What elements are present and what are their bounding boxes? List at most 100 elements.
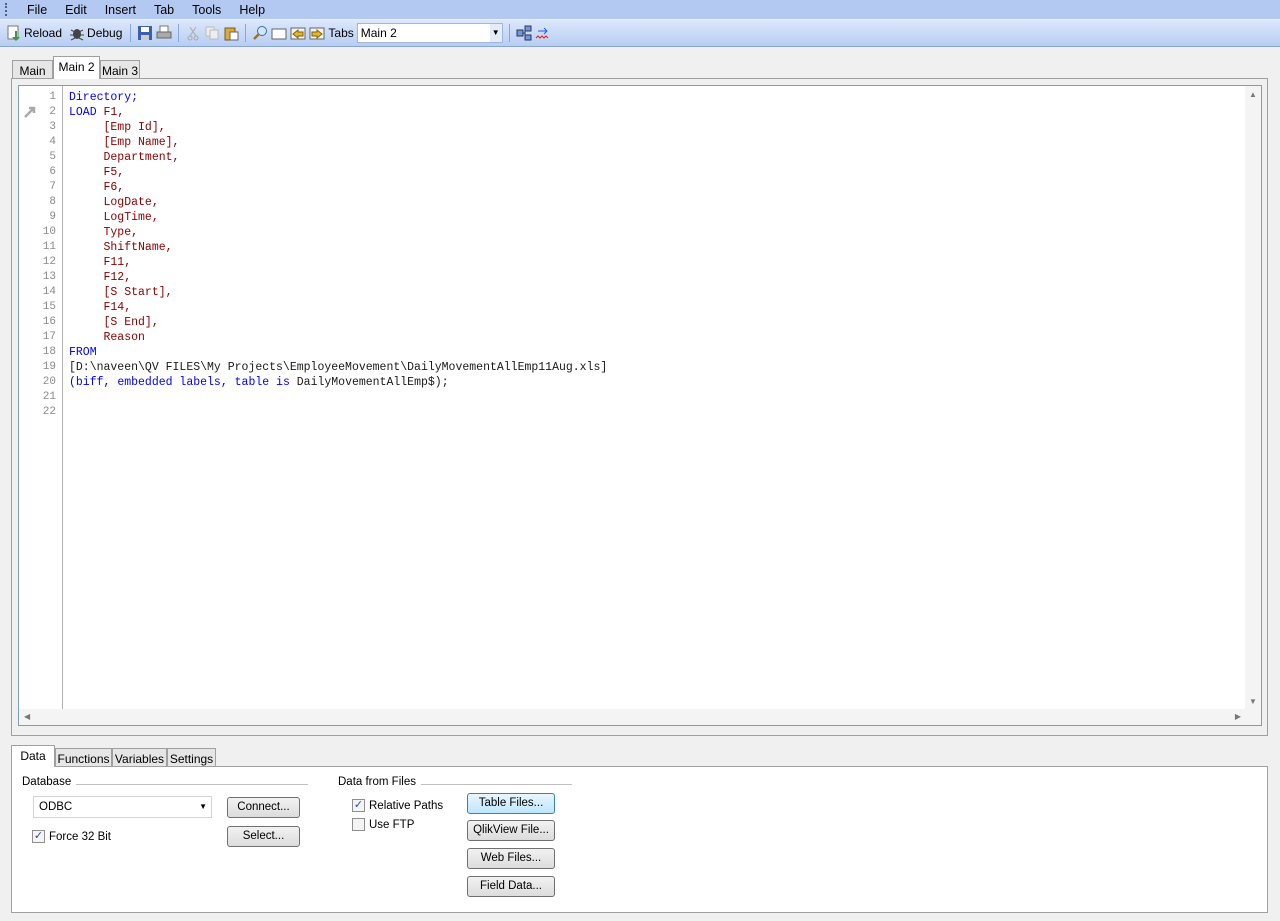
code-line: F14, (69, 300, 607, 315)
reload-button[interactable]: Reload (4, 23, 64, 43)
scroll-down-icon[interactable]: ▼ (1249, 697, 1257, 706)
code-line: Reason (69, 330, 607, 345)
tabs-dropdown[interactable]: Main 2 ▼ (356, 23, 503, 43)
separator (178, 24, 180, 42)
find-icon[interactable] (252, 25, 268, 41)
web-files-button[interactable]: Web Files... (467, 848, 555, 869)
debug-button[interactable]: Debug (67, 23, 124, 43)
scroll-right-icon[interactable]: ▶ (1235, 712, 1241, 721)
tab-main-2[interactable]: Main 2 (53, 56, 100, 79)
line-number: 11 (42, 241, 56, 253)
code-token: [S Start], (69, 286, 173, 299)
qlikview-file-button[interactable]: QlikView File... (467, 820, 555, 841)
code-token: DailyMovementAllEmp$); (296, 376, 449, 389)
code-line: LOAD F1, (69, 105, 607, 120)
tab-right-icon[interactable] (309, 25, 325, 41)
code-line: [S Start], (69, 285, 607, 300)
force-32-bit-checkbox[interactable]: ✓ Force 32 Bit (32, 830, 111, 843)
code-token: LogTime, (69, 211, 159, 224)
code-line: Type, (69, 225, 607, 240)
debug-label: Debug (87, 26, 123, 40)
code-line: Directory; (69, 90, 607, 105)
database-dropdown[interactable]: ODBC ▼ (33, 796, 212, 818)
relative-paths-checkbox[interactable]: ✓ Relative Paths (352, 799, 443, 812)
cut-icon[interactable] (185, 25, 201, 41)
tab-data[interactable]: Data (11, 745, 55, 767)
code-token: Department, (69, 151, 180, 164)
checkbox-checked-icon: ✓ (32, 830, 45, 843)
code-token: F1, (103, 106, 125, 119)
tab-label: Main (19, 64, 46, 78)
tab-main[interactable]: Main (12, 60, 53, 79)
relative-paths-label: Relative Paths (369, 799, 444, 812)
paste-icon[interactable] (223, 25, 239, 41)
tab-functions[interactable]: Functions (55, 748, 112, 766)
code-token: [D:\naveen\QV FILES\My Projects\Employee… (69, 361, 608, 374)
code-token: LogDate, (69, 196, 159, 209)
toolbar: Reload Debug Tabs Main 2 ▼ (0, 20, 1280, 47)
menu-help[interactable]: Help (230, 3, 274, 17)
tab-main-3[interactable]: Main 3 (100, 60, 140, 79)
code-token: Reason (69, 331, 145, 344)
bug-icon (69, 25, 85, 41)
tabs-dropdown-value: Main 2 (360, 26, 397, 40)
menu-edit[interactable]: Edit (56, 3, 96, 17)
menu-insert[interactable]: Insert (96, 3, 145, 17)
horizontal-scrollbar[interactable]: ◀ ▶ (19, 709, 1261, 725)
line-number: 4 (49, 136, 56, 148)
tab-label: Settings (169, 752, 214, 766)
code-token: Directory; (69, 91, 139, 104)
vertical-scrollbar[interactable]: ▲ ▼ (1245, 86, 1261, 710)
code-line: F5, (69, 165, 607, 180)
code-line: [Emp Name], (69, 135, 607, 150)
line-number: 13 (42, 271, 56, 283)
chevron-down-icon[interactable]: ▼ (199, 797, 207, 817)
line-number: 8 (49, 196, 56, 208)
line-number: 15 (42, 301, 56, 313)
line-number: 10 (42, 226, 56, 238)
line-number-gutter: 1 2 3 4 5 6 7 8 9 10 11 12 13 14 15 16 17 18 19 20 21 22 (19, 86, 63, 710)
checkbox-unchecked-icon (352, 818, 365, 831)
script-editor[interactable]: 1 2 3 4 5 6 7 8 9 10 11 12 13 14 15 16 17 18 19 20 21 22 Dire… (18, 85, 1262, 726)
table-files-button[interactable]: Table Files... (467, 793, 555, 814)
code-line: F6, (69, 180, 607, 195)
tab-left-icon[interactable] (290, 25, 306, 41)
code-area[interactable]: Directory; LOAD F1, [Emp Id], [Emp Name],… (69, 90, 607, 420)
menu-file[interactable]: File (18, 3, 56, 17)
code-token: [S End], (69, 316, 159, 329)
line-number: 2 (49, 106, 56, 118)
folder-icon[interactable] (271, 25, 287, 41)
copy-icon[interactable] (204, 25, 220, 41)
chevron-down-icon[interactable]: ▼ (489, 24, 502, 42)
menubar-grip[interactable] (5, 3, 7, 16)
line-number: 1 (49, 91, 56, 103)
line-number: 20 (42, 376, 56, 388)
syntax-check-icon[interactable] (535, 25, 551, 41)
code-token: LOAD (69, 106, 104, 119)
scroll-left-icon[interactable]: ◀ (24, 712, 30, 721)
tab-variables[interactable]: Variables (112, 748, 167, 766)
tab-label: Variables (114, 752, 165, 766)
line-number: 12 (42, 256, 56, 268)
tab-label: Data (20, 749, 46, 763)
data-panel: Database ODBC ▼ ✓ Force 32 Bit Connect..… (11, 766, 1268, 913)
code-line: [Emp Id], (69, 120, 607, 135)
code-line: Department, (69, 150, 607, 165)
line-number: 3 (49, 121, 56, 133)
menu-tab[interactable]: Tab (145, 3, 183, 17)
separator (508, 24, 510, 42)
use-ftp-checkbox[interactable]: Use FTP (352, 818, 414, 831)
select-button[interactable]: Select... (227, 826, 300, 847)
code-token: F14, (69, 301, 132, 314)
database-group-label: Database (22, 776, 77, 788)
line-number: 17 (42, 331, 56, 343)
menu-tools[interactable]: Tools (183, 3, 230, 17)
code-line: (biff, embedded labels, table is DailyMo… (69, 375, 607, 390)
tab-settings[interactable]: Settings (167, 748, 216, 766)
print-icon[interactable] (156, 25, 172, 41)
save-icon[interactable] (137, 25, 153, 41)
table-viewer-icon[interactable] (516, 25, 532, 41)
field-data-button[interactable]: Field Data... (467, 876, 555, 897)
scroll-up-icon[interactable]: ▲ (1249, 90, 1257, 99)
connect-button[interactable]: Connect... (227, 797, 300, 818)
